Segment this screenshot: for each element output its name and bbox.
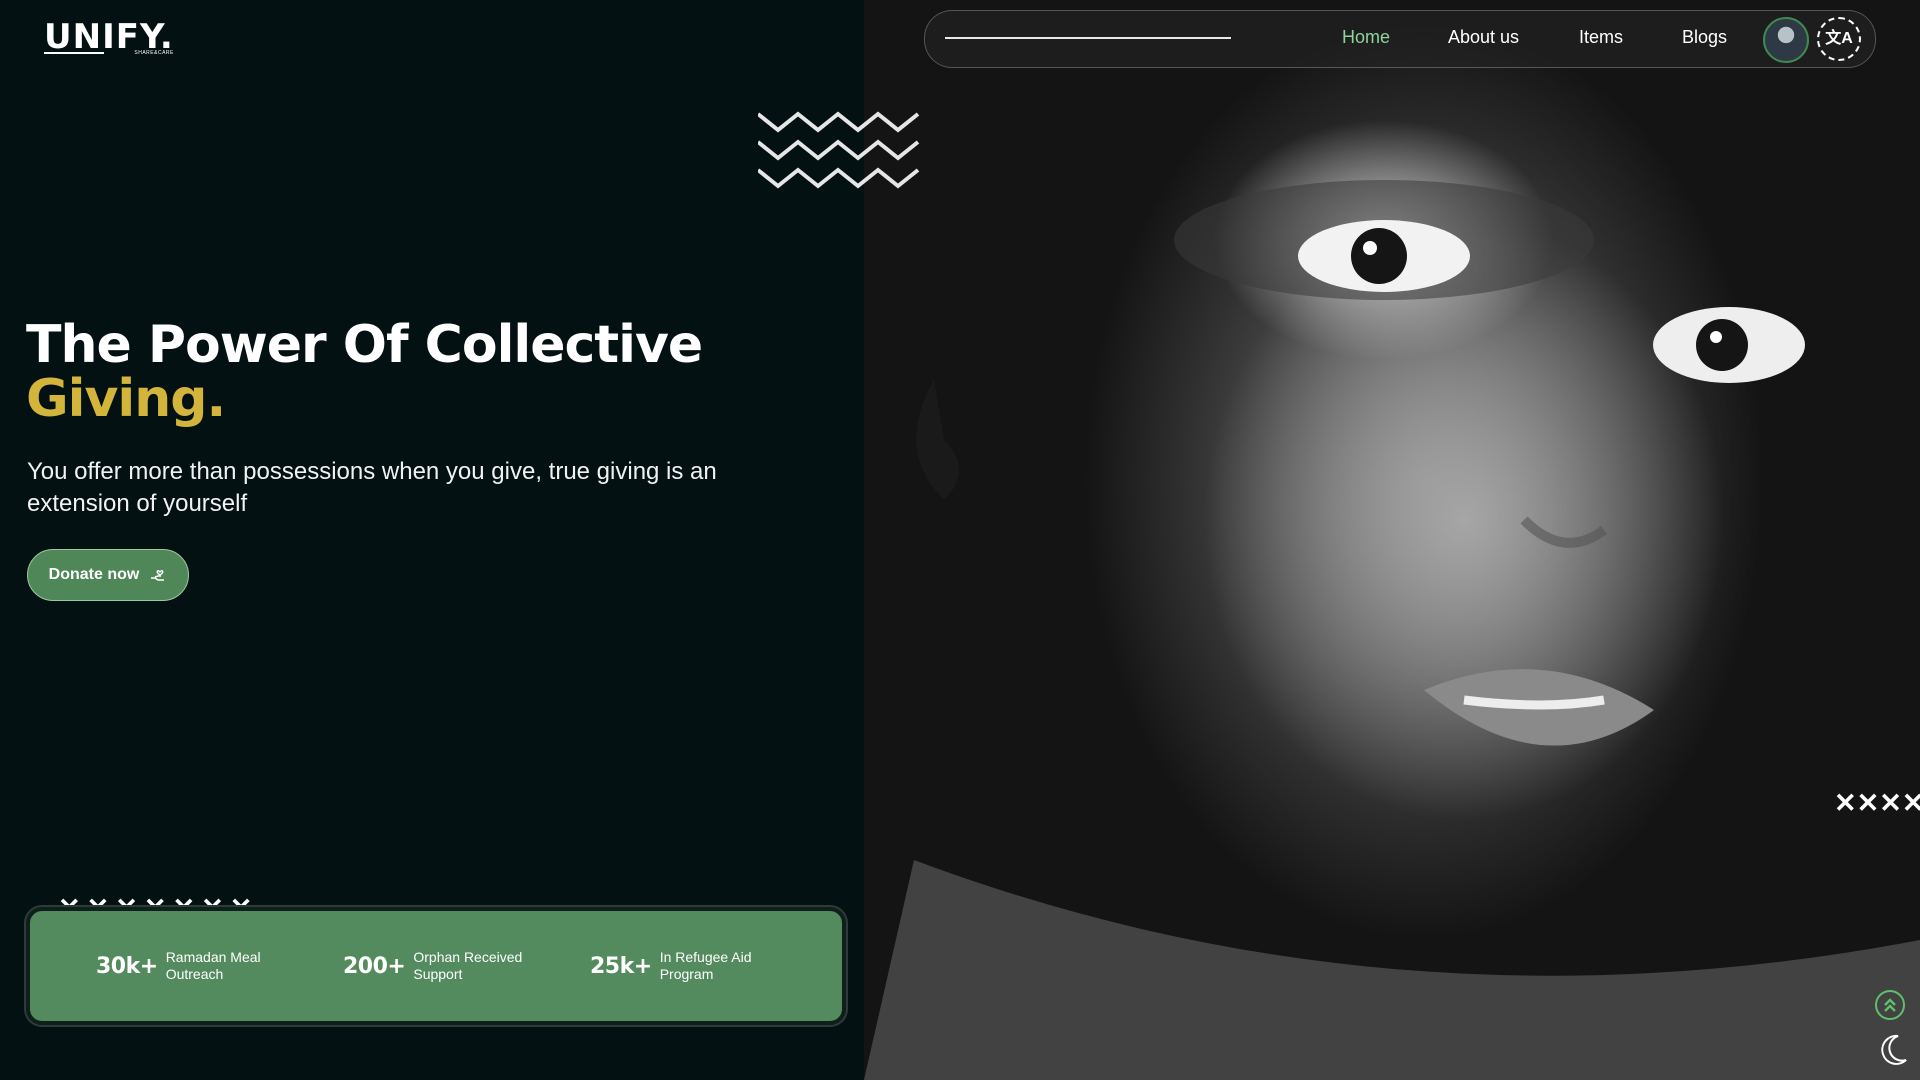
nav-about-us[interactable]: About us xyxy=(1448,27,1519,48)
logo-underline xyxy=(44,52,104,54)
stat-label: Orphan Received Support xyxy=(413,949,523,982)
donate-now-button[interactable]: Donate now xyxy=(27,549,189,601)
stat-ramadan: 30k+ Ramadan Meal Outreach xyxy=(96,949,286,983)
user-avatar[interactable] xyxy=(1763,17,1809,63)
nav-divider-line xyxy=(945,37,1231,39)
hero-title-line2: Giving. xyxy=(26,369,226,429)
scroll-to-top-button[interactable] xyxy=(1875,990,1905,1020)
brand-tagline: SHARE&CARE xyxy=(134,50,174,56)
donate-hand-icon xyxy=(151,570,165,581)
stat-value: 25k+ xyxy=(590,953,652,979)
stat-orphan: 200+ Orphan Received Support xyxy=(343,949,533,983)
top-navbar: Home About us Items Blogs 文A xyxy=(924,10,1876,68)
stat-label: Ramadan Meal Outreach xyxy=(165,949,261,982)
nav-blogs[interactable]: Blogs xyxy=(1682,27,1727,48)
nav-items[interactable]: Items xyxy=(1579,27,1623,48)
stat-value: 200+ xyxy=(343,953,406,979)
donate-button-label: Donate now xyxy=(48,566,140,583)
brand-logo[interactable]: UNIFY. SHARE&CARE xyxy=(44,18,174,56)
translate-icon[interactable]: 文A xyxy=(1817,17,1861,61)
hero-title-line1: The Power Of Collective xyxy=(26,315,703,375)
stat-value: 30k+ xyxy=(96,953,158,979)
stats-bar: 30k+ Ramadan Meal Outreach 200+ Orphan R… xyxy=(26,907,846,1025)
nav-home[interactable]: Home xyxy=(1342,27,1390,48)
hero-subtitle: You offer more than possessions when you… xyxy=(27,458,717,517)
stat-label: In Refugee Aid Program xyxy=(659,949,752,982)
stat-refugee: 25k+ In Refugee Aid Program xyxy=(590,949,780,983)
moon-icon[interactable] xyxy=(1874,1032,1910,1068)
hero-photo xyxy=(864,0,1920,1080)
x-decoration-column: ✕✕✕✕✕✕✕ xyxy=(1834,788,1920,819)
zigzag-decoration xyxy=(758,111,920,189)
hero-title: The Power Of Collective Giving. xyxy=(26,315,703,429)
double-chevron-up-icon xyxy=(1884,998,1896,1012)
